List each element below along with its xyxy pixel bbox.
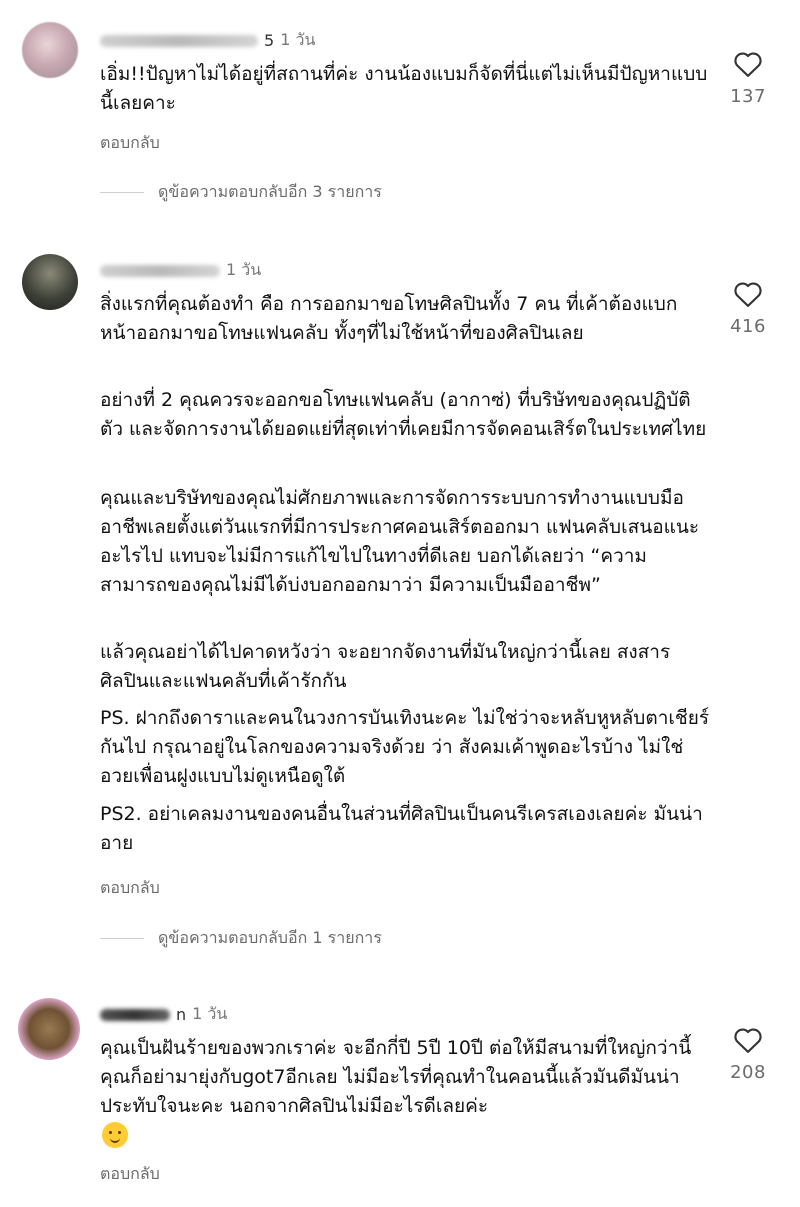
comment-username[interactable]: n 1 วัน [100, 1002, 227, 1027]
avatar[interactable] [18, 998, 80, 1060]
blurred-username [100, 34, 258, 47]
divider-line [100, 192, 144, 193]
reply-button[interactable]: ตอบกลับ [100, 1162, 160, 1187]
thinking-face-emoji [102, 1122, 128, 1148]
divider-line [100, 938, 144, 939]
view-replies-label: ดูข้อความตอบกลับอีก 3 รายการ [158, 182, 382, 201]
heart-outline-icon[interactable] [733, 280, 763, 308]
comment-text: คุณเป็นฝันร้ายของพวกเราค่ะ จะอีกกี่ปี 5ป… [100, 1037, 692, 1117]
heart-outline-icon[interactable] [733, 50, 763, 78]
emoji-face-icon [102, 1122, 128, 1148]
view-replies-button[interactable]: ดูข้อความตอบกลับอีก 3 รายการ [100, 180, 382, 205]
comment-paragraph: แล้วคุณอย่าได้ไปคาดหวังว่า จะอยากจัดงานท… [100, 641, 671, 692]
comment-paragraph: PS2. อย่าเคลมงานของคนอื่นในส่วนที่ศิลปิน… [100, 803, 703, 854]
blurred-username [100, 264, 220, 277]
reply-button[interactable]: ตอบกลับ [100, 131, 160, 156]
comment-time: 1 วัน [280, 30, 316, 49]
comment-paragraph: PS. ฝากถึงดาราและคนในวงการบันเทิงนะคะ ไม… [100, 707, 710, 787]
avatar[interactable] [22, 254, 78, 310]
comment-time: 1 วัน [226, 260, 262, 279]
blurred-username [100, 1008, 170, 1021]
comment-paragraph: สิ่งแรกที่คุณต้องทำ คือ การออกมาขอโทษศิล… [100, 293, 678, 344]
view-replies-label: ดูข้อความตอบกลับอีก 1 รายการ [158, 928, 382, 947]
like-count: 208 [730, 1062, 766, 1083]
like-count: 416 [730, 316, 766, 337]
view-replies-button[interactable]: ดูข้อความตอบกลับอีก 1 รายการ [100, 926, 382, 951]
comment-paragraph: คุณและบริษัทของคุณไม่ศักยภาพและการจัดการ… [100, 487, 700, 596]
comment-username[interactable]: 5 1 วัน [100, 28, 315, 53]
reply-button[interactable]: ตอบกลับ [100, 876, 160, 901]
username-visible-part: n [176, 1005, 187, 1024]
like-button[interactable]: 137 [720, 50, 776, 107]
like-button[interactable]: 416 [720, 280, 776, 337]
like-button[interactable]: 208 [720, 1026, 776, 1083]
comment-username[interactable]: 1 วัน [100, 258, 261, 283]
username-visible-part: 5 [264, 31, 275, 50]
comment-paragraph: อย่างที่ 2 คุณควรจะออกขอโทษแฟนคลับ (อากา… [100, 389, 707, 440]
avatar[interactable] [22, 22, 78, 78]
comment-text: เอิ่ม!!ปัญหาไม่ได้อยู่ที่สถานที่ค่ะ งานน… [100, 63, 708, 114]
heart-outline-icon[interactable] [733, 1026, 763, 1054]
like-count: 137 [730, 86, 766, 107]
comment-time: 1 วัน [192, 1004, 228, 1023]
